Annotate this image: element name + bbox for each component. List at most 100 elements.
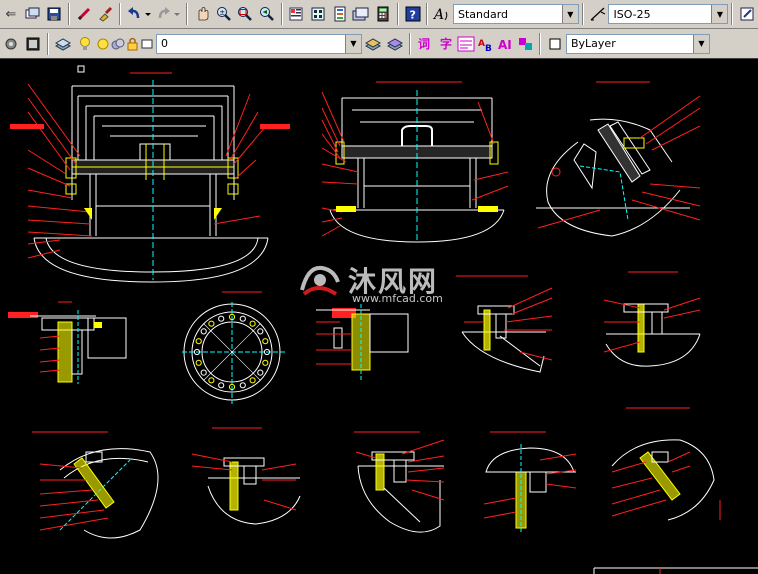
view-main — [10, 72, 290, 283]
separator — [409, 32, 411, 55]
text-style-icon[interactable]: A — [431, 3, 453, 25]
separator — [47, 32, 49, 55]
color-swatch-icon[interactable] — [544, 33, 566, 55]
view-d1 — [321, 81, 509, 243]
plot-icon[interactable] — [140, 33, 154, 55]
linetype-combo[interactable]: ByLayer ▼ — [566, 33, 710, 54]
window-icon[interactable] — [22, 3, 44, 25]
dim-style-value: ISO-25 — [613, 7, 651, 21]
redo-icon[interactable] — [154, 3, 183, 25]
svg-text:±: ± — [219, 9, 225, 17]
svg-text:?: ? — [409, 9, 415, 22]
zoom-previous-icon[interactable] — [256, 3, 278, 25]
bolt-hole — [239, 315, 246, 322]
chevron-down-icon[interactable]: ▼ — [693, 34, 709, 53]
calculator-icon[interactable] — [372, 3, 394, 25]
undo-icon[interactable] — [124, 3, 153, 25]
text-format-icon[interactable] — [456, 34, 476, 54]
save-icon[interactable] — [43, 3, 65, 25]
layer-walk-icon[interactable] — [384, 33, 406, 55]
chevron-down-icon[interactable]: ▼ — [711, 5, 728, 23]
bolt-hole — [249, 320, 256, 327]
freeze-icon[interactable] — [110, 33, 126, 55]
view-j1 — [456, 275, 553, 373]
cad-window: ⇐ ± ? A Standard ▼ ISO-25 ▼ 0 ▼ 词 字 A B … — [0, 0, 758, 574]
bolt-hole — [208, 377, 215, 384]
bolt-hole — [208, 320, 215, 327]
tool-palettes-icon[interactable] — [329, 3, 351, 25]
ucs-marker — [77, 65, 85, 73]
linetype-value: ByLayer — [571, 37, 616, 50]
ai-icon[interactable]: AI — [496, 34, 516, 54]
separator — [731, 3, 734, 25]
bolt-hole — [195, 359, 202, 366]
chevron-down-icon[interactable]: ▼ — [345, 34, 361, 53]
bolt-hole — [218, 382, 225, 389]
sheetset-icon[interactable] — [350, 3, 372, 25]
format-brush-icon[interactable] — [516, 34, 536, 54]
pan-icon[interactable] — [191, 3, 213, 25]
separator — [539, 32, 541, 55]
close-arrow-icon[interactable]: ⇐ — [0, 3, 22, 25]
separator — [67, 3, 70, 25]
layer-state-icon[interactable] — [22, 33, 44, 55]
view-iii — [8, 301, 127, 384]
text-style-combo[interactable]: Standard ▼ — [452, 4, 579, 24]
brush-icon[interactable] — [95, 3, 117, 25]
chevron-down-icon[interactable]: ▼ — [561, 5, 578, 23]
view-m1 — [32, 431, 159, 539]
lightbulb-icon[interactable] — [74, 33, 96, 55]
view-k1 — [603, 271, 701, 367]
pencil-icon[interactable] — [73, 3, 95, 25]
bolt-hole — [262, 338, 269, 345]
layer-manager-icon[interactable] — [52, 33, 74, 55]
view-j2 — [191, 427, 301, 525]
sun-icon[interactable] — [96, 33, 110, 55]
standard-toolbar: ⇐ ± ? A Standard ▼ ISO-25 ▼ — [0, 0, 758, 29]
text-button-zi[interactable]: 字 — [436, 34, 456, 54]
separator — [186, 3, 189, 25]
text-style-value: Standard — [457, 7, 509, 21]
drawing-canvas[interactable]: 沐风网 www.mfcad.com — [0, 60, 758, 574]
bolt-hole — [262, 359, 269, 366]
bolt-hole — [257, 369, 264, 376]
bolt-hole — [195, 338, 202, 345]
zoom-window-icon[interactable] — [234, 3, 256, 25]
svg-text:AI: AI — [498, 38, 512, 52]
layer-previous-icon[interactable] — [362, 33, 384, 55]
design-center-icon[interactable] — [307, 3, 329, 25]
layer-combo[interactable]: 0 ▼ — [156, 33, 362, 54]
separator — [581, 3, 584, 25]
separator — [426, 3, 429, 25]
layers-toolbar: 0 ▼ 词 字 AB AI ByLayer ▼ — [0, 29, 758, 59]
lock-icon[interactable] — [126, 33, 140, 55]
dim-style-combo[interactable]: ISO-25 ▼ — [608, 4, 729, 24]
bolt-hole — [200, 369, 207, 376]
watermark-url: www.mfcad.com — [352, 292, 443, 305]
view-dd — [182, 291, 286, 404]
bolt-hole — [257, 328, 264, 335]
view-e — [611, 407, 721, 521]
bolt-hole — [218, 315, 225, 322]
layer-gear-icon[interactable] — [0, 33, 22, 55]
separator — [396, 3, 399, 25]
zoom-realtime-icon[interactable]: ± — [213, 3, 235, 25]
dim-style-icon[interactable] — [587, 3, 609, 25]
text-button-ci[interactable]: 词 — [414, 34, 434, 54]
help-icon[interactable]: ? — [402, 3, 424, 25]
view-h1 — [536, 81, 701, 237]
svg-text:A: A — [478, 39, 485, 49]
layer-value: 0 — [161, 37, 168, 50]
properties-icon[interactable] — [286, 3, 308, 25]
bolt-hole — [239, 382, 246, 389]
view-m1b — [354, 431, 445, 533]
svg-text:B: B — [485, 44, 492, 52]
edit-icon[interactable] — [736, 3, 758, 25]
cad-drawing — [8, 65, 758, 574]
view-section-mid — [316, 304, 409, 380]
mf-logo-icon — [298, 260, 342, 300]
ab-icon[interactable]: AB — [476, 34, 496, 54]
bolt-hole — [200, 328, 207, 335]
view-n1 — [483, 431, 577, 534]
separator — [119, 3, 122, 25]
